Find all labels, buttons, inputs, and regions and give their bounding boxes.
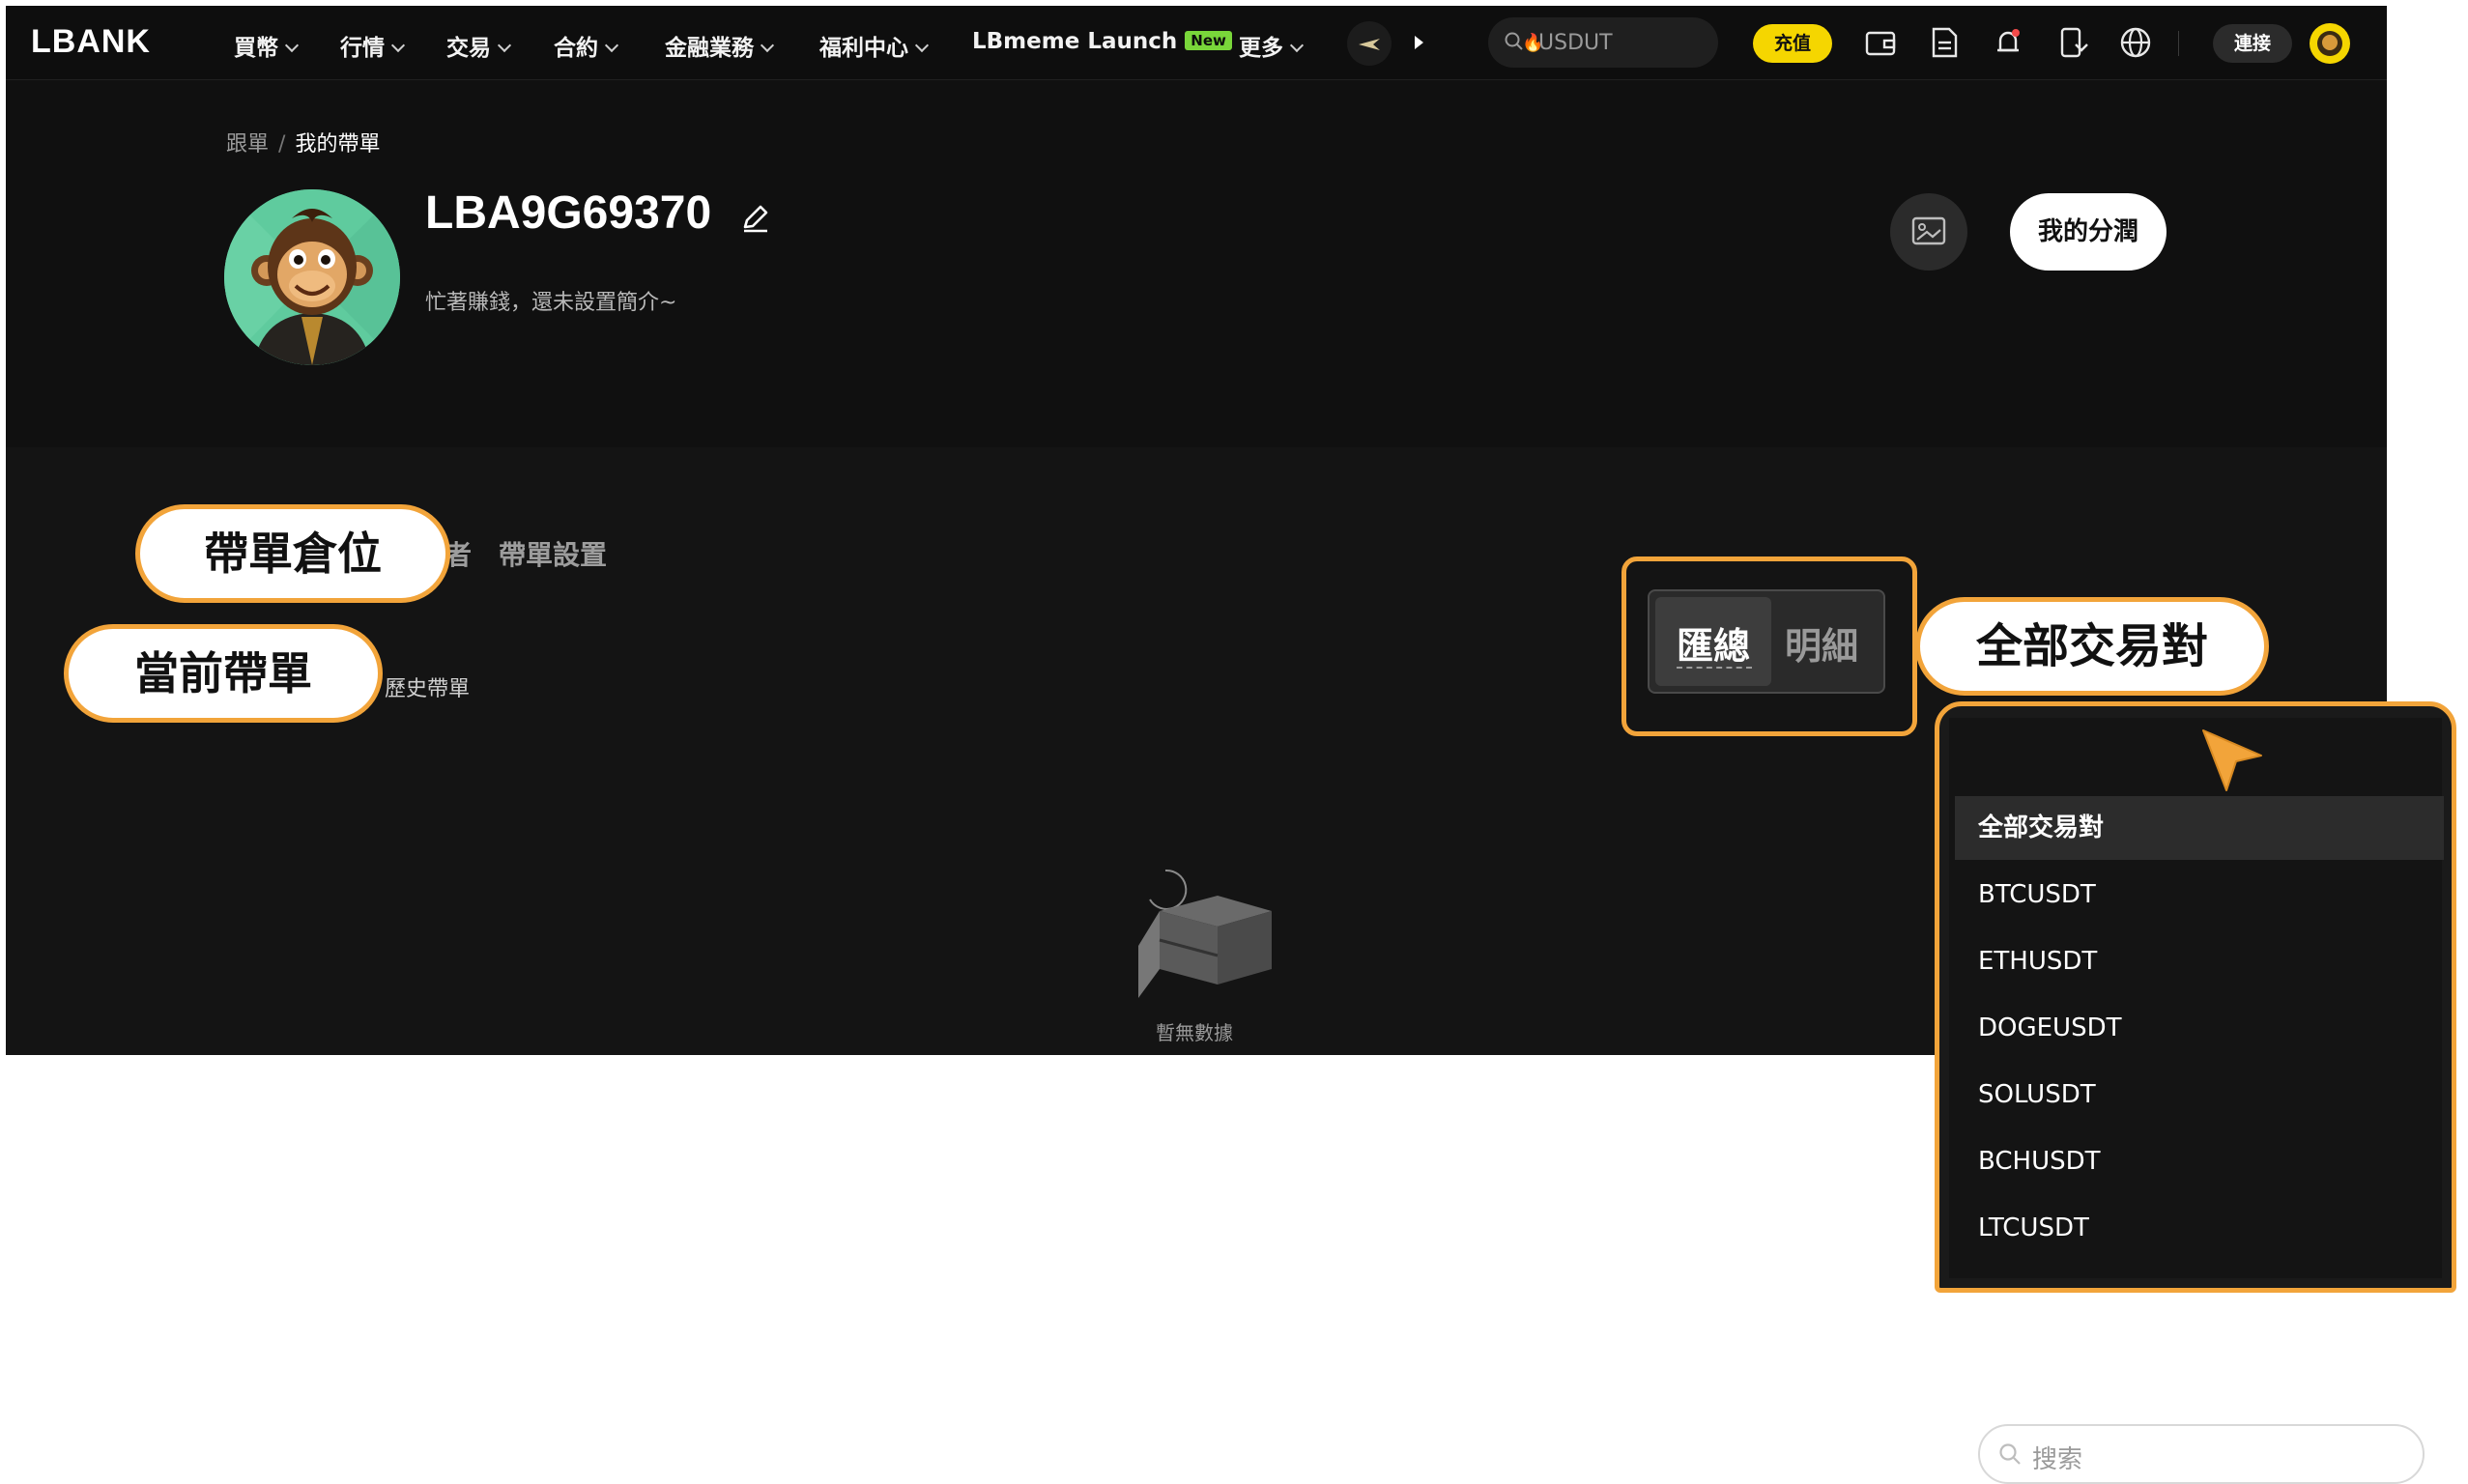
nav-trade-label: 交易	[446, 36, 491, 61]
dropdown-item-bchusdt[interactable]: BCHUSDT	[1955, 1129, 2444, 1193]
nav-futures[interactable]: 合約	[554, 29, 619, 62]
callout-current-lead: 當前帶單	[64, 624, 383, 723]
my-profit-share-button[interactable]: 我的分潤	[2010, 193, 2167, 271]
chevron-down-icon	[390, 38, 406, 53]
dropdown-item-solusdt[interactable]: SOLUSDT	[1955, 1063, 2444, 1127]
download-app-icon[interactable]	[2051, 21, 2093, 64]
order-document-icon[interactable]	[1923, 21, 1966, 64]
wallet-icon[interactable]	[1859, 21, 1902, 64]
search-icon	[1997, 1441, 2023, 1470]
globe-icon[interactable]	[2114, 21, 2157, 64]
nav-futures-label: 合約	[554, 36, 598, 61]
dropdown-search-input[interactable]: 搜索	[1978, 1424, 2425, 1484]
avatar	[224, 189, 400, 365]
profile-bio: 忙著賺錢，還未設置簡介~	[425, 291, 677, 315]
breadcrumb-current: 我的帶單	[295, 132, 381, 157]
empty-box-icon	[1117, 853, 1272, 1008]
nav-trade[interactable]: 交易	[446, 29, 512, 62]
chevron-down-icon	[284, 38, 300, 53]
summary-underline	[1677, 667, 1752, 669]
callout-all-pairs: 全部交易對	[1915, 597, 2269, 696]
chevron-down-icon	[760, 38, 775, 53]
plane-icon[interactable]	[1347, 21, 1392, 66]
empty-state-text: 暫無數據	[1156, 1021, 1233, 1044]
subtab-history-lead[interactable]: 歷史帶單	[385, 671, 470, 702]
notification-bell-icon[interactable]	[1987, 21, 2029, 64]
nav-lbmeme-label: LBmeme Launch	[972, 29, 1178, 54]
dropdown-item-all-pairs[interactable]: 全部交易對	[1955, 796, 2444, 860]
trading-pair-dropdown: 搜索 全部交易對 BTCUSDT ETHUSDT DOGEUSDT SOLUSD…	[1935, 701, 2456, 1484]
edit-pencil-icon[interactable]	[738, 202, 771, 239]
breadcrumb: 跟單 / 我的帶單	[226, 127, 380, 157]
deposit-button[interactable]: 充值	[1753, 24, 1832, 63]
callout-lead-positions: 帶單倉位	[135, 504, 450, 603]
profile-section: 跟單 / 我的帶單 LBA9G69370 忙著賺錢，還未設置簡介~ 我的分潤	[6, 80, 2387, 447]
dropdown-item-ethusdt[interactable]: ETHUSDT	[1955, 929, 2444, 993]
chevron-down-icon	[914, 38, 930, 53]
top-navigation-bar: LBANK 買幣 行情 交易 合約 金融業務 福利中心 LBmeme Launc…	[6, 6, 2387, 80]
nav-markets-label: 行情	[340, 36, 385, 61]
dropdown-search-placeholder: 搜索	[2032, 1445, 2083, 1474]
search-hot-text: USDUT	[1538, 31, 1613, 55]
lbank-logo[interactable]: LBANK	[31, 23, 151, 61]
chevron-down-icon	[497, 38, 512, 53]
user-avatar-icon[interactable]	[2310, 23, 2350, 64]
header-search-input[interactable]: 🔥 USDUT	[1488, 17, 1718, 68]
dropdown-item-ltcusdt[interactable]: LTCUSDT	[1955, 1196, 2444, 1260]
cursor-arrow-icon	[2199, 727, 2267, 796]
nav-rewards-center[interactable]: 福利中心	[819, 29, 930, 62]
connect-button[interactable]: 連接	[2213, 24, 2292, 63]
header-divider	[2178, 31, 2179, 56]
username: LBA9G69370	[425, 187, 712, 239]
dropdown-item-dogeusdt[interactable]: DOGEUSDT	[1955, 996, 2444, 1060]
nav-finance-label: 金融業務	[665, 36, 754, 61]
segment-detail[interactable]: 明細	[1785, 616, 1858, 670]
nav-rewards-label: 福利中心	[819, 36, 908, 61]
play-arrow-icon[interactable]	[1407, 31, 1430, 54]
tab-lead-settings[interactable]: 帶單設置	[499, 534, 607, 573]
segment-summary[interactable]: 匯總	[1677, 616, 1750, 670]
nav-more[interactable]: 更多	[1239, 29, 1305, 62]
nav-finance[interactable]: 金融業務	[665, 29, 775, 62]
dropdown-item-btcusdt[interactable]: BTCUSDT	[1955, 863, 2444, 927]
nav-markets[interactable]: 行情	[340, 29, 406, 62]
chevron-down-icon	[604, 38, 619, 53]
breadcrumb-copy-trading[interactable]: 跟單	[226, 132, 269, 157]
nav-more-label: 更多	[1239, 36, 1283, 61]
chevron-down-icon	[1289, 38, 1305, 53]
nav-lbmeme-launch[interactable]: LBmeme Launch New	[972, 29, 1232, 54]
view-mode-segmented-control: 匯總 明細	[1648, 589, 1885, 694]
new-badge: New	[1185, 31, 1232, 50]
share-card-button[interactable]	[1890, 193, 1967, 271]
nav-buy-coins[interactable]: 買幣	[234, 29, 300, 62]
breadcrumb-separator: /	[278, 132, 286, 157]
nav-buy-coins-label: 買幣	[234, 36, 278, 61]
